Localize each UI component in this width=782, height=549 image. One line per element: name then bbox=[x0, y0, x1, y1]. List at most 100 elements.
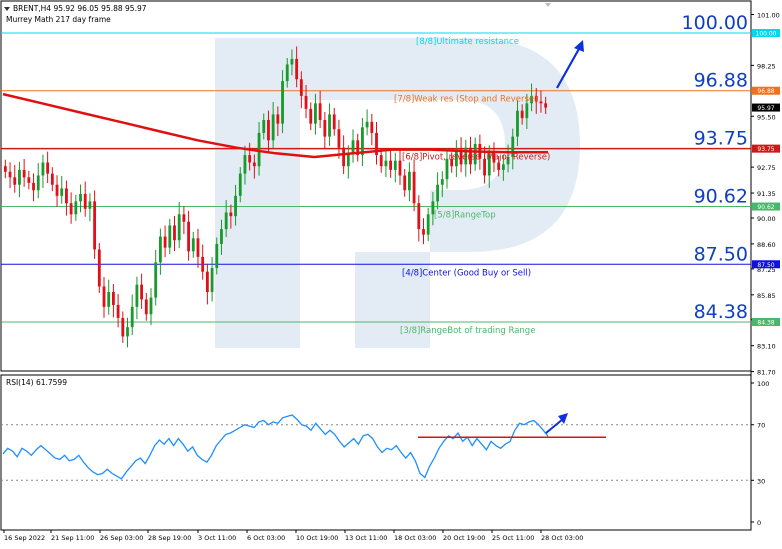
candle-body bbox=[290, 58, 294, 65]
candle-body bbox=[267, 119, 270, 141]
candle-body bbox=[144, 299, 148, 315]
candle-body bbox=[323, 119, 327, 137]
candle-body bbox=[201, 256, 205, 272]
candle-body bbox=[32, 182, 35, 191]
candle-body bbox=[403, 175, 407, 191]
price-tick-label: 88.60 bbox=[757, 241, 776, 249]
candle-body bbox=[55, 184, 59, 196]
candle-body bbox=[271, 114, 275, 141]
candle-body bbox=[177, 214, 181, 241]
candle-body bbox=[234, 195, 237, 217]
murrey-tag-text: 96.88 bbox=[757, 88, 774, 95]
collapse-icon[interactable] bbox=[4, 7, 10, 11]
candle-body bbox=[97, 249, 101, 287]
scroll-marker-icon[interactable] bbox=[545, 3, 551, 7]
murrey-level-name: [3/8]RangeBot of trading Range bbox=[400, 326, 535, 336]
candle-body bbox=[393, 160, 397, 170]
candle-body bbox=[158, 236, 162, 263]
candle-body bbox=[314, 103, 317, 124]
candle-body bbox=[140, 284, 144, 300]
price-up-arrow bbox=[556, 40, 584, 89]
candle-body bbox=[83, 193, 87, 209]
murrey-value-label: 100.00 bbox=[682, 12, 748, 34]
candle-body bbox=[46, 162, 50, 174]
candle-body bbox=[215, 243, 219, 268]
time-axis: 16 Sep 2022 21 Sep 11:00 26 Sep 03:00 28 Se… bbox=[3, 530, 583, 542]
watermark-logo bbox=[215, 38, 580, 348]
candle-body bbox=[191, 238, 195, 252]
candle-body bbox=[27, 177, 31, 183]
candle-body bbox=[426, 214, 430, 235]
indicator-line: Murrey Math 217 day frame bbox=[6, 15, 111, 24]
time-tick-label: 3 Oct 11:00 bbox=[198, 534, 236, 542]
rsi-label: RSI(14) 61.7599 bbox=[6, 378, 67, 387]
candle-body bbox=[135, 284, 139, 307]
candle-body bbox=[309, 108, 313, 124]
candle-body bbox=[112, 292, 115, 305]
time-tick-label: 13 Oct 11:00 bbox=[345, 534, 387, 542]
murrey-value-label: 96.88 bbox=[694, 70, 748, 92]
candle-body bbox=[88, 201, 92, 209]
candle-body bbox=[13, 177, 17, 185]
price-tick-label: 98.25 bbox=[757, 62, 776, 70]
candle-body bbox=[328, 114, 331, 137]
level-tags: 100.00 96.88 93.75 90.62 87.50 84.38 95.97 bbox=[752, 29, 780, 327]
time-tick-label: 28 Sep 19:00 bbox=[148, 534, 191, 542]
price-tick-label: 101.00 bbox=[757, 11, 780, 19]
murrey-value-label: 84.38 bbox=[694, 301, 748, 323]
candle-body bbox=[436, 184, 439, 202]
time-tick-label: 26 Sep 03:00 bbox=[100, 534, 143, 542]
candle-body bbox=[8, 171, 12, 178]
candle-body bbox=[520, 110, 524, 119]
candle-body bbox=[351, 140, 355, 154]
candle-body bbox=[361, 127, 364, 156]
candle-body bbox=[252, 162, 256, 167]
rsi-tick-label: 30 bbox=[757, 477, 765, 485]
candle-body bbox=[149, 297, 153, 315]
candle-body bbox=[121, 317, 125, 337]
price-tick-label: 83.10 bbox=[757, 343, 776, 351]
candle-body bbox=[36, 175, 40, 191]
candle-body bbox=[417, 203, 421, 230]
candle-body bbox=[41, 162, 45, 176]
rsi-tick-label: 0 bbox=[757, 519, 761, 527]
candle-body bbox=[412, 171, 416, 204]
candle-body bbox=[79, 193, 82, 202]
murrey-tag-text: 100.00 bbox=[756, 31, 777, 38]
murrey-level-name: [5/8]RangeTop bbox=[434, 211, 496, 221]
candle-body bbox=[243, 155, 247, 174]
price-tick-label: 90.00 bbox=[757, 215, 776, 223]
time-tick-label: 16 Sep 2022 bbox=[4, 534, 45, 542]
candle-body bbox=[60, 188, 64, 196]
candle-body bbox=[22, 169, 26, 178]
candle-body bbox=[18, 169, 21, 185]
murrey-tag-text: 87.50 bbox=[757, 262, 774, 269]
murrey-value-label: 87.50 bbox=[694, 243, 748, 265]
candle-body bbox=[262, 119, 266, 133]
candle-body bbox=[229, 212, 233, 217]
price-tick-label: 92.75 bbox=[757, 164, 776, 172]
candle-body bbox=[248, 155, 252, 163]
symbol-line: BRENT,H4 95.92 96.05 95.88 95.97 bbox=[13, 4, 147, 13]
candle-body bbox=[497, 162, 501, 170]
candle-body bbox=[187, 221, 190, 252]
murrey-value-label: 90.62 bbox=[694, 186, 748, 208]
price-tick-label: 91.35 bbox=[757, 190, 776, 198]
price-tick-label: 81.70 bbox=[757, 369, 776, 377]
candle-body bbox=[332, 114, 336, 130]
rsi-panel: 100 70 30 0 bbox=[1, 380, 769, 527]
rsi-panel-frame bbox=[0, 374, 752, 531]
murrey-tag-text: 84.38 bbox=[757, 320, 774, 327]
time-tick-label: 25 Oct 11:00 bbox=[492, 534, 534, 542]
candle-body bbox=[163, 236, 167, 248]
candle-body bbox=[365, 121, 369, 128]
chart-svg: BRENT,H4 95.92 96.05 95.88 95.97 Murrey … bbox=[0, 0, 780, 542]
candle-body bbox=[379, 155, 383, 167]
murrey-level-name: [4/8]Center (Good Buy or Sell) bbox=[402, 268, 531, 278]
candle-body bbox=[205, 271, 209, 293]
candle-body bbox=[126, 327, 129, 337]
candle-body bbox=[173, 225, 176, 241]
time-tick-label: 20 Oct 19:00 bbox=[443, 534, 485, 542]
candle-body bbox=[389, 160, 393, 170]
candle-body bbox=[422, 229, 425, 235]
